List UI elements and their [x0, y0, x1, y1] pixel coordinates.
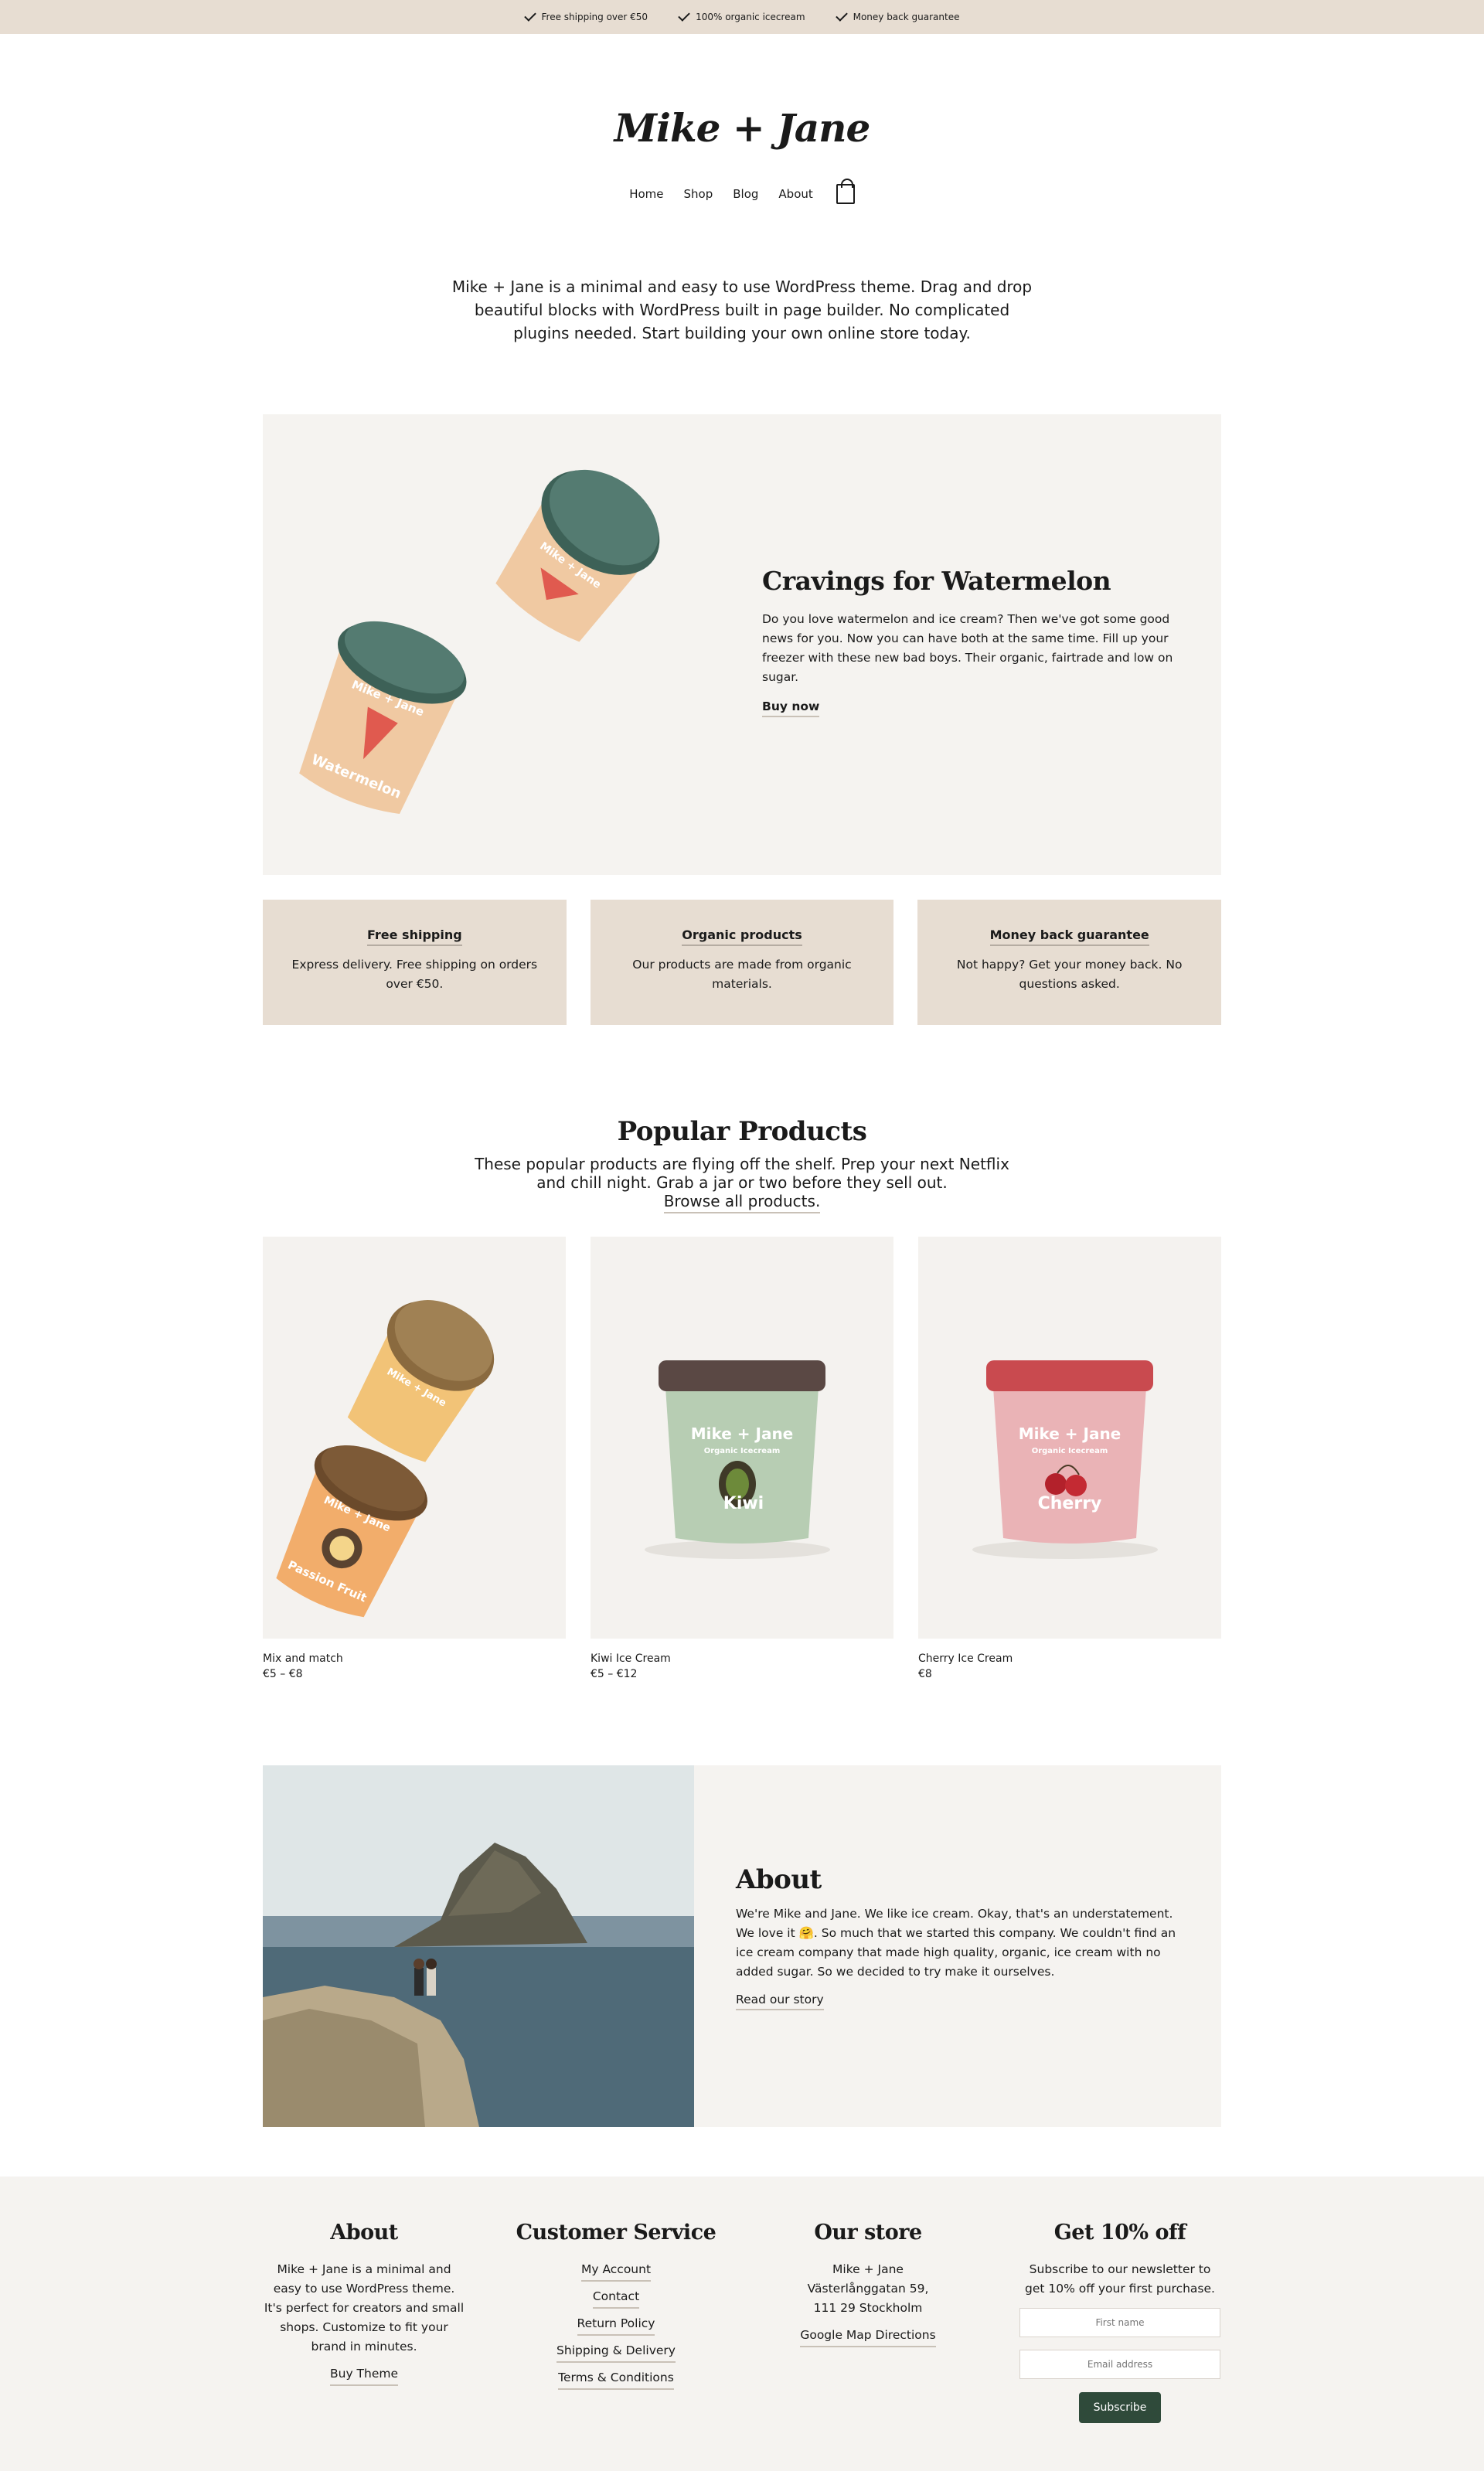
product-image[interactable]: Mike + Jane Organic Icecream Cherry	[918, 1237, 1221, 1639]
product-price: €8	[918, 1668, 932, 1680]
browse-all-link[interactable]: Browse all products.	[663, 1192, 821, 1213]
svg-text:Mike + Jane: Mike + Jane	[1019, 1424, 1122, 1443]
hero-content: Cravings for Watermelon Do you love wate…	[762, 566, 1179, 717]
product-price: €5 – €12	[591, 1668, 638, 1680]
about-title: About	[736, 1864, 822, 1895]
hero-title: Cravings for Watermelon	[762, 566, 1111, 596]
nav-home[interactable]: Home	[629, 187, 663, 201]
section-text: These popular products are flying off th…	[471, 1155, 1013, 1213]
feature-card: Organic products Our products are made f…	[590, 900, 894, 1025]
first-name-input[interactable]	[1019, 2308, 1220, 2337]
footer-about-text: Mike + Jane is a minimal and easy to use…	[264, 2262, 465, 2354]
nav-blog[interactable]: Blog	[733, 187, 758, 201]
product-image[interactable]: Mike + Jane Mike + Jane Passion Fruit	[263, 1237, 566, 1639]
svg-text:Organic Icecream: Organic Icecream	[704, 1447, 781, 1455]
product-name[interactable]: Cherry Ice Cream	[918, 1652, 1221, 1665]
buy-theme-link[interactable]: Buy Theme	[329, 2364, 399, 2386]
main-nav: Home Shop Blog About	[0, 179, 1484, 204]
product-name[interactable]: Mix and match	[263, 1652, 566, 1665]
feature-text: Not happy? Get your money back. No quest…	[956, 958, 1183, 991]
hero-text: Do you love watermelon and ice cream? Th…	[762, 612, 1173, 684]
product-price: €5 – €8	[263, 1668, 303, 1680]
product-grid: Mike + Jane Mike + Jane Passion Fruit Mi…	[263, 1237, 1221, 1680]
footer-heading: Get 10% off	[1053, 2221, 1186, 2245]
usp-item: Free shipping over €50	[523, 9, 648, 22]
check-icon	[835, 9, 848, 22]
popular-products: Popular Products These popular products …	[263, 1116, 1221, 1680]
feature-title: Free shipping	[366, 927, 462, 946]
contact-link[interactable]: Contact	[592, 2287, 640, 2309]
product-card[interactable]: Mike + Jane Mike + Jane Passion Fruit Mi…	[263, 1237, 566, 1680]
nav-shop[interactable]: Shop	[684, 187, 713, 201]
about-section: About We're Mike and Jane. We like ice c…	[263, 1765, 1221, 2127]
footer-customer-service: Customer Service My Account Contact Retu…	[515, 2220, 717, 2423]
map-directions-link[interactable]: Google Map Directions	[800, 2326, 936, 2347]
store-address-line: Västerlånggatan 59,	[807, 2282, 929, 2296]
feature-card: Money back guarantee Not happy? Get your…	[917, 900, 1222, 1025]
store-address-line: 111 29 Stockholm	[813, 2301, 923, 2315]
footer-store: Our store Mike + Jane Västerlånggatan 59…	[767, 2220, 969, 2423]
site-footer: About Mike + Jane is a minimal and easy …	[0, 2177, 1484, 2471]
newsletter-text: Subscribe to our newsletter to get 10% o…	[1025, 2262, 1215, 2296]
feature-title: Organic products	[682, 927, 802, 946]
feature-card: Free shipping Express delivery. Free shi…	[263, 900, 567, 1025]
about-photo	[263, 1765, 694, 2127]
footer-heading: Customer Service	[516, 2221, 716, 2245]
check-icon	[523, 9, 536, 22]
my-account-link[interactable]: My Account	[580, 2260, 652, 2282]
svg-text:Kiwi: Kiwi	[723, 1494, 764, 1513]
footer-link-list: My Account Contact Return Policy Shippin…	[515, 2260, 717, 2390]
product-card[interactable]: Mike + Jane Organic Icecream Kiwi Kiwi I…	[591, 1237, 893, 1680]
check-icon	[678, 9, 690, 22]
svg-text:Organic Icecream: Organic Icecream	[1032, 1447, 1108, 1455]
hero-banner: Mike + Jane Mike + Jane Watermelon Cravi…	[263, 414, 1221, 875]
site-logo[interactable]: Mike + Jane	[0, 105, 1484, 151]
shopping-bag-icon[interactable]	[836, 179, 855, 204]
site-header: Mike + Jane Home Shop Blog About	[0, 34, 1484, 209]
usp-item: 100% organic icecream	[678, 9, 805, 22]
store-address-line: Mike + Jane	[832, 2262, 904, 2276]
nav-about[interactable]: About	[778, 187, 812, 201]
product-card[interactable]: Mike + Jane Organic Icecream Cherry Cher…	[918, 1237, 1221, 1680]
intro-text: Mike + Jane is a minimal and easy to use…	[451, 277, 1033, 342]
read-story-link[interactable]: Read our story	[736, 1993, 824, 2010]
about-content: About We're Mike and Jane. We like ice c…	[694, 1765, 1189, 2127]
return-policy-link[interactable]: Return Policy	[577, 2314, 655, 2336]
svg-text:Mike + Jane: Mike + Jane	[691, 1424, 794, 1443]
product-name[interactable]: Kiwi Ice Cream	[591, 1652, 893, 1665]
feature-list: Free shipping Express delivery. Free shi…	[263, 900, 1222, 1025]
feature-text: Express delivery. Free shipping on order…	[291, 958, 538, 991]
usp-bar: Free shipping over €50 100% organic icec…	[0, 0, 1484, 34]
footer-columns: About Mike + Jane is a minimal and easy …	[263, 2177, 1221, 2423]
feature-text: Our products are made from organic mater…	[632, 958, 852, 991]
hero-product-image: Mike + Jane Mike + Jane Watermelon	[299, 469, 660, 814]
feature-title: Money back guarantee	[989, 927, 1149, 946]
terms-conditions-link[interactable]: Terms & Conditions	[558, 2368, 674, 2390]
footer-heading: Our store	[814, 2221, 922, 2245]
section-title: Popular Products	[617, 1116, 867, 1147]
product-image[interactable]: Mike + Jane Organic Icecream Kiwi	[591, 1237, 893, 1639]
footer-heading: About	[330, 2221, 398, 2245]
subscribe-button[interactable]: Subscribe	[1079, 2392, 1161, 2423]
usp-item: Money back guarantee	[835, 9, 959, 22]
shipping-delivery-link[interactable]: Shipping & Delivery	[556, 2341, 676, 2363]
footer-newsletter: Get 10% off Subscribe to our newsletter …	[1019, 2220, 1221, 2423]
about-text: We're Mike and Jane. We like ice cream. …	[736, 1907, 1176, 1979]
buy-now-link[interactable]: Buy now	[762, 699, 820, 717]
footer-about: About Mike + Jane is a minimal and easy …	[263, 2220, 465, 2423]
svg-text:Cherry: Cherry	[1038, 1494, 1102, 1513]
email-input[interactable]	[1019, 2350, 1220, 2379]
